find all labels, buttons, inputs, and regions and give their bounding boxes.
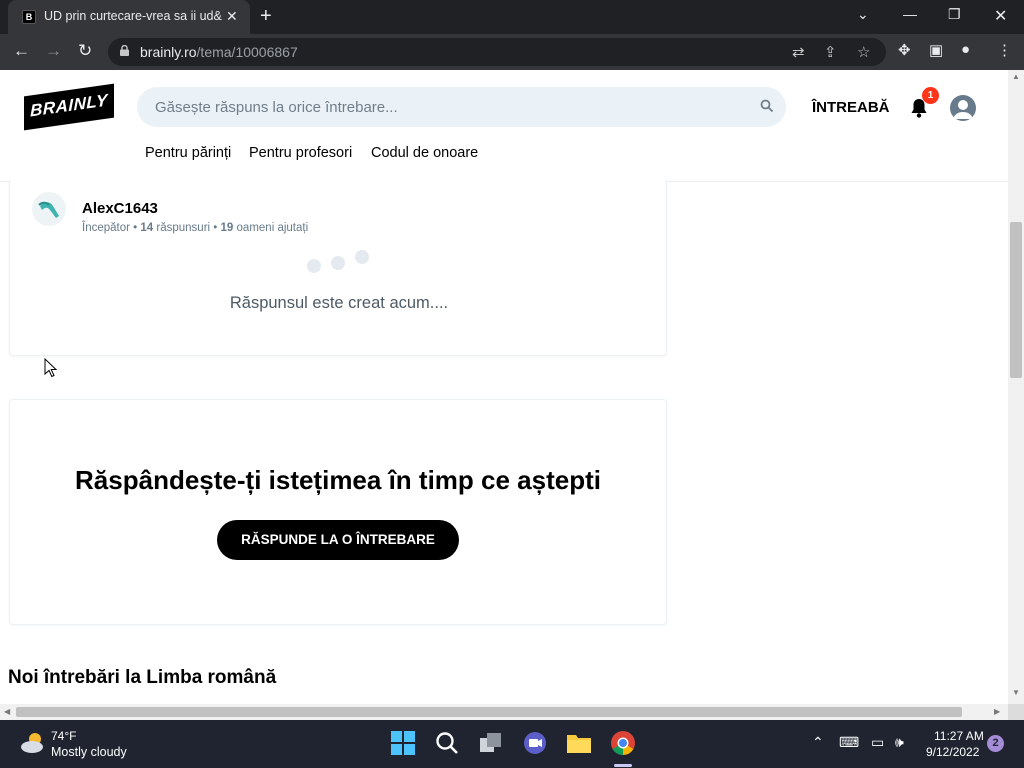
answer-status-text: Răspunsul este creat acum.... — [229, 294, 449, 312]
browser-toolbar: ← → ↻ brainly.ro/tema/10006867 ⇄ ⇪ ☆ ✥ ▣… — [0, 34, 1024, 70]
answer-question-button[interactable]: RĂSPUNDE LA O ÎNTREBARE — [217, 520, 459, 560]
weather-temperature[interactable]: 74°F — [51, 729, 76, 743]
profile-icon[interactable]: ● — [961, 41, 970, 58]
weather-description[interactable]: Mostly cloudy — [51, 745, 127, 759]
address-bar[interactable]: brainly.ro/tema/10006867 ⇄ ⇪ ☆ — [108, 38, 886, 66]
search-icon[interactable] — [760, 99, 774, 113]
promo-card: Răspândește-ți istețimea în timp ce aște… — [9, 399, 667, 625]
clock-time[interactable]: 11:27 AM — [934, 729, 984, 743]
search-bar[interactable] — [137, 87, 786, 127]
scrollbar-corner — [1008, 704, 1024, 720]
weather-cloud-icon[interactable] — [18, 730, 46, 756]
bookmark-star-icon[interactable]: ☆ — [857, 43, 870, 61]
loading-dot — [331, 256, 345, 270]
back-icon[interactable]: ← — [13, 41, 30, 61]
tab-search-icon[interactable]: ⌄ — [857, 6, 869, 23]
favicon-icon: B — [22, 10, 36, 24]
browser-tab-bar: B UD prin curtecare-vrea sa ii ud& ✕ + ⌄… — [0, 0, 1024, 34]
menu-icon[interactable]: ⋮ — [997, 41, 1012, 59]
subnav-honor-code[interactable]: Codul de onoare — [371, 145, 478, 161]
translate-icon[interactable]: ⇄ — [792, 43, 805, 61]
logo-text: BRAINLY — [30, 90, 108, 121]
scroll-left-icon[interactable]: ◀ — [4, 707, 10, 716]
task-view-icon[interactable] — [478, 730, 504, 756]
separator-dot: • — [213, 222, 221, 234]
url-host: brainly.ro — [140, 44, 197, 60]
user-avatar[interactable] — [950, 95, 976, 121]
search-input[interactable] — [155, 97, 745, 117]
forward-icon[interactable]: → — [45, 41, 62, 61]
brainly-logo[interactable]: BRAINLY — [24, 83, 114, 131]
answerer-avatar[interactable] — [32, 192, 66, 226]
notification-badge: 1 — [922, 87, 939, 104]
restore-icon[interactable]: ❐ — [948, 6, 961, 23]
tab-close-icon[interactable]: ✕ — [226, 8, 238, 25]
url-path: /tema/10006867 — [196, 44, 298, 60]
browser-tab[interactable]: B UD prin curtecare-vrea sa ii ud& ✕ — [8, 0, 250, 34]
horizontal-scrollbar[interactable]: ◀ ▶ — [0, 704, 1008, 720]
mouse-cursor-icon — [44, 358, 58, 378]
share-icon[interactable]: ⇪ — [824, 43, 837, 61]
vertical-scrollbar[interactable]: ▲ ▼ — [1008, 70, 1024, 704]
ask-button[interactable]: ÎNTREABĂ — [812, 99, 890, 116]
network-icon[interactable]: ▭ — [871, 734, 884, 751]
search-icon[interactable] — [434, 730, 460, 756]
answers-count: 14 — [140, 222, 154, 234]
new-questions-heading: Noi întrebări la Limba română — [8, 667, 277, 688]
answerer-name[interactable]: AlexC1643 — [82, 200, 158, 217]
volume-icon[interactable]: 🕪 — [895, 734, 904, 751]
notification-center-badge[interactable]: 2 — [987, 735, 1004, 752]
subnav-parents[interactable]: Pentru părinți — [145, 145, 231, 161]
lock-icon — [120, 45, 129, 56]
helped-count: 19 — [220, 222, 234, 234]
helped-label: oameni ajutați — [236, 222, 309, 234]
extensions-icon[interactable]: ✥ — [898, 41, 911, 59]
page-content: BRAINLY ÎNTREABĂ 1 Pentru părinți Pentru… — [0, 70, 1008, 704]
avatar-icon — [953, 100, 973, 119]
url-text: brainly.ro/tema/10006867 — [140, 44, 298, 60]
answer-card: AlexC1643 Începător • 14 răspunsuri • 19… — [9, 180, 667, 356]
tab-title: UD prin curtecare-vrea sa ii ud& — [44, 9, 222, 23]
file-explorer-icon[interactable] — [566, 730, 592, 756]
horizontal-scroll-thumb[interactable] — [16, 707, 962, 717]
minimize-icon[interactable]: — — [903, 6, 917, 22]
windows-start-icon[interactable] — [390, 730, 416, 756]
new-tab-icon[interactable]: + — [260, 5, 272, 28]
reload-icon[interactable]: ↻ — [78, 41, 92, 61]
answerer-rank: Începător — [82, 222, 130, 234]
avatar-icon — [38, 201, 59, 218]
taskbar: 74°F Mostly cloudy ⌃ ⌨ ▭ 🕪 11:27 AM 9/12… — [0, 720, 1024, 768]
side-panel-icon[interactable]: ▣ — [929, 41, 943, 59]
promo-title: Răspândește-ți istețimea în timp ce aște… — [75, 465, 601, 495]
answerer-stats: Începător • 14 răspunsuri • 19 oameni aj… — [82, 222, 308, 234]
teams-chat-icon[interactable] — [522, 730, 548, 756]
scroll-right-icon[interactable]: ▶ — [994, 707, 1000, 716]
loading-dot — [307, 259, 321, 273]
window-close-icon[interactable]: ✕ — [994, 6, 1007, 26]
subnav-teachers[interactable]: Pentru profesori — [249, 145, 352, 161]
clock-date[interactable]: 9/12/2022 — [926, 745, 979, 759]
site-header: BRAINLY ÎNTREABĂ 1 Pentru părinți Pentru… — [0, 70, 1008, 182]
vertical-scroll-thumb[interactable] — [1010, 222, 1022, 378]
active-app-indicator — [614, 764, 632, 767]
scroll-up-icon[interactable]: ▲ — [1012, 72, 1020, 81]
scroll-down-icon[interactable]: ▼ — [1012, 688, 1020, 697]
answers-label: răspunsuri — [156, 222, 211, 234]
keyboard-icon[interactable]: ⌨ — [839, 734, 859, 751]
tray-overflow-icon[interactable]: ⌃ — [812, 734, 824, 751]
loading-dot — [355, 250, 369, 264]
chrome-icon[interactable] — [610, 730, 636, 756]
